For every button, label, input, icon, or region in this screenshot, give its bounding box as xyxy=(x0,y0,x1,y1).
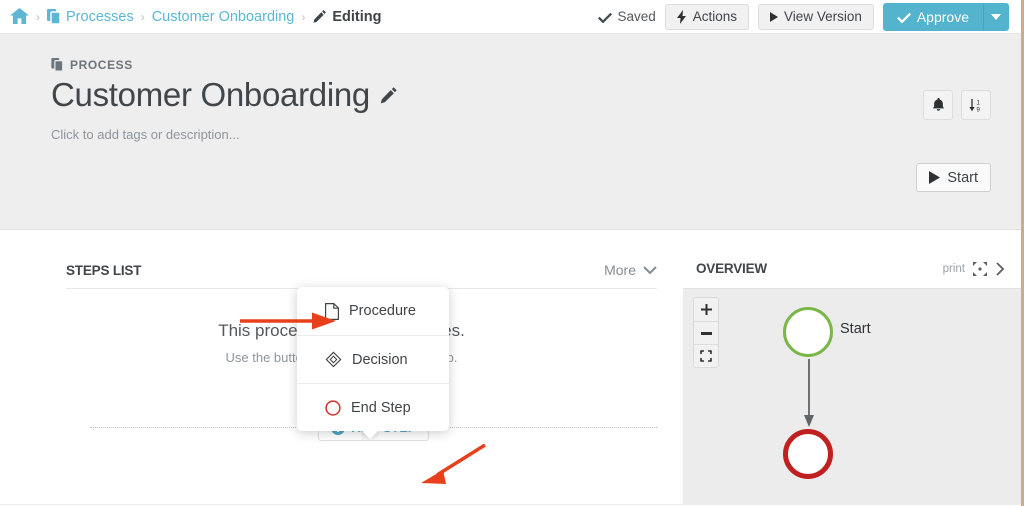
process-description-placeholder[interactable]: Click to add tags or description... xyxy=(51,127,1021,142)
add-step-dotted-line-right xyxy=(429,427,657,428)
print-button[interactable]: print xyxy=(943,263,965,275)
chevron-down-icon xyxy=(643,265,657,275)
breadcrumb-item-customer-onboarding[interactable]: Customer Onboarding xyxy=(152,9,295,25)
process-kicker: PROCESS xyxy=(51,58,1021,72)
fit-screen-button[interactable] xyxy=(694,344,718,367)
breadcrumb-separator: › xyxy=(36,9,40,24)
menu-item-decision[interactable]: Decision xyxy=(297,335,449,383)
flow-node-end[interactable] xyxy=(783,429,833,479)
approve-label: Approve xyxy=(916,8,969,25)
flow-node-start-label: Start xyxy=(840,321,871,337)
process-kicker-label: PROCESS xyxy=(70,58,133,72)
menu-item-procedure[interactable]: Procedure xyxy=(297,287,449,335)
overview-panel: OVERVIEW print Start xyxy=(683,230,1021,505)
svg-text:1: 1 xyxy=(977,100,981,106)
copy-icon xyxy=(51,58,64,72)
check-icon xyxy=(896,11,911,23)
breadcrumb-label-processes: Processes xyxy=(66,8,134,25)
approve-dropdown-toggle[interactable] xyxy=(983,2,1009,31)
view-version-button[interactable]: View Version xyxy=(758,3,874,30)
steps-list-title: STEPS LIST xyxy=(66,262,142,278)
app-root: › Processes › Customer Onboarding › Edit… xyxy=(0,0,1024,506)
expand-icon[interactable] xyxy=(973,261,987,276)
breadcrumb-label-editing: Editing xyxy=(332,8,382,25)
more-button[interactable]: More xyxy=(604,262,657,278)
sort-numeric-icon: 1 9 xyxy=(968,98,984,113)
menu-item-decision-label: Decision xyxy=(352,351,408,368)
flow-node-start[interactable] xyxy=(783,307,833,357)
overview-header: OVERVIEW print xyxy=(683,230,1021,276)
menu-item-end-step[interactable]: End Step xyxy=(297,383,449,431)
notifications-button[interactable] xyxy=(923,90,953,120)
steps-panel-bottom-divider xyxy=(0,504,683,505)
chevron-right-icon[interactable] xyxy=(995,261,1005,276)
breadcrumb-separator: › xyxy=(301,9,306,24)
flow-connector-arrow xyxy=(804,359,814,427)
play-icon xyxy=(770,11,779,22)
circle-red-icon xyxy=(325,399,341,416)
caret-down-icon xyxy=(991,13,1001,20)
menu-item-end-step-label: End Step xyxy=(351,399,411,416)
bell-icon xyxy=(932,98,945,112)
saved-label: Saved xyxy=(617,9,656,24)
breadcrumb-item-editing: Editing xyxy=(312,8,382,25)
bolt-icon xyxy=(676,9,687,24)
breadcrumb: › Processes › Customer Onboarding › Edit… xyxy=(10,8,598,25)
page-title: Customer Onboarding xyxy=(51,76,1021,114)
zoom-in-button[interactable] xyxy=(694,298,718,321)
start-button[interactable]: Start xyxy=(916,163,991,192)
zoom-out-button[interactable] xyxy=(694,321,718,344)
page-title-label: Customer Onboarding xyxy=(51,76,370,113)
breadcrumb-item-processes[interactable]: Processes xyxy=(47,8,134,25)
process-header-icon-buttons: 1 9 xyxy=(923,90,991,120)
approve-button[interactable]: Approve xyxy=(882,2,983,31)
main-body: STEPS LIST More This process has no proc… xyxy=(0,230,1021,505)
saved-status: Saved xyxy=(598,9,656,24)
actions-label: Actions xyxy=(692,9,738,24)
pencil-icon xyxy=(312,9,327,24)
top-bar-actions: Saved Actions View Version Approve xyxy=(598,2,1009,31)
view-version-label: View Version xyxy=(784,9,862,24)
breadcrumb-separator: › xyxy=(140,9,145,24)
sort-button[interactable]: 1 9 xyxy=(961,90,991,120)
copy-icon xyxy=(47,8,61,25)
play-icon xyxy=(929,171,941,184)
zoom-controls xyxy=(693,297,719,368)
menu-item-procedure-label: Procedure xyxy=(349,303,416,319)
start-label: Start xyxy=(947,169,978,186)
diamond-icon xyxy=(325,351,342,368)
step-type-menu: Procedure Decision End Step xyxy=(297,287,449,431)
more-label: More xyxy=(604,262,636,278)
check-icon xyxy=(598,11,613,23)
document-icon xyxy=(325,302,339,320)
svg-text:9: 9 xyxy=(977,107,981,112)
process-header: PROCESS Customer Onboarding Click to add… xyxy=(0,34,1021,230)
menu-pointer xyxy=(361,431,379,440)
actions-button[interactable]: Actions xyxy=(664,3,750,30)
add-step-dotted-line-left xyxy=(90,427,318,428)
top-navigation-bar: › Processes › Customer Onboarding › Edit… xyxy=(0,0,1021,34)
home-icon[interactable] xyxy=(10,8,29,25)
approve-split-button: Approve xyxy=(882,2,1009,31)
overview-canvas[interactable]: Start xyxy=(683,288,1021,505)
pencil-icon[interactable] xyxy=(379,86,398,105)
breadcrumb-label-customer-onboarding: Customer Onboarding xyxy=(151,8,295,25)
steps-list-header: STEPS LIST More xyxy=(0,230,683,278)
overview-title: OVERVIEW xyxy=(696,261,767,276)
